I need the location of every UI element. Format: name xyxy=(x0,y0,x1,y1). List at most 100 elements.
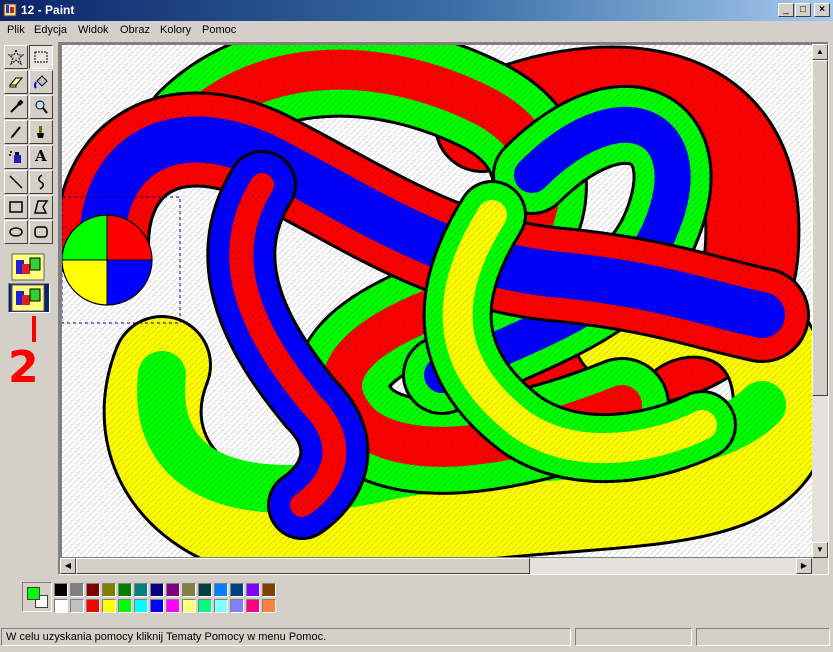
status-size-pane xyxy=(696,628,830,646)
palette-swatch[interactable] xyxy=(54,599,68,613)
airbrush-icon xyxy=(9,151,21,163)
rounded-rect-icon xyxy=(34,226,48,238)
scroll-up-button[interactable]: ▲ xyxy=(812,44,828,60)
palette-swatch[interactable] xyxy=(118,599,132,613)
status-help-pane: W celu uzyskania pomocy kliknij Tematy P… xyxy=(1,628,571,646)
scroll-down-button[interactable]: ▼ xyxy=(812,542,828,558)
transparent-selection-icon xyxy=(11,284,45,312)
palette-swatch[interactable] xyxy=(214,599,228,613)
palette-swatch[interactable] xyxy=(150,583,164,597)
menu-kolory[interactable]: Kolory xyxy=(160,24,191,36)
airbrush-tool[interactable] xyxy=(4,145,28,169)
palette-swatch[interactable] xyxy=(134,583,148,597)
palette-swatch[interactable] xyxy=(102,583,116,597)
scroll-right-button[interactable]: ▶ xyxy=(796,558,812,574)
palette-swatch[interactable] xyxy=(166,583,180,597)
menu-plik[interactable]: Plik xyxy=(7,24,25,36)
palette-swatch[interactable] xyxy=(86,583,100,597)
opaque-selection-option[interactable] xyxy=(8,252,50,282)
polygon-icon xyxy=(34,200,49,214)
palette-swatch[interactable] xyxy=(230,599,244,613)
foreground-color xyxy=(27,587,40,600)
status-text: W celu uzyskania pomocy kliknij Tematy P… xyxy=(6,631,327,643)
polygon-tool[interactable] xyxy=(29,195,53,219)
palette-swatch[interactable] xyxy=(54,583,68,597)
vertical-scrollbar[interactable]: ▲ ▼ xyxy=(812,44,828,558)
palette-swatch[interactable] xyxy=(246,583,260,597)
current-colors[interactable] xyxy=(22,582,52,612)
knot-tube-drawing xyxy=(62,45,812,557)
opaque-selection-icon xyxy=(11,253,45,281)
tube-end-cap xyxy=(62,214,153,306)
color-palette xyxy=(0,578,833,624)
menu-widok[interactable]: Widok xyxy=(78,24,109,36)
status-bar: W celu uzyskania pomocy kliknij Tematy P… xyxy=(0,626,833,648)
title-bar[interactable]: 12 - Paint _ □ × xyxy=(0,0,833,21)
text-icon: A xyxy=(35,147,47,165)
palette-swatch[interactable] xyxy=(166,599,180,613)
palette-swatch[interactable] xyxy=(102,599,116,613)
rect-select-icon xyxy=(34,51,48,63)
brush-tool[interactable] xyxy=(29,120,53,144)
select-tool[interactable] xyxy=(29,45,53,69)
rectangle-icon xyxy=(9,201,23,213)
palette-swatch[interactable] xyxy=(182,583,196,597)
palette-swatch[interactable] xyxy=(214,583,228,597)
ellipse-tool[interactable] xyxy=(4,220,28,244)
palette-swatch[interactable] xyxy=(150,599,164,613)
curve-icon xyxy=(38,174,44,190)
drawing-canvas[interactable] xyxy=(62,45,812,557)
scroll-corner xyxy=(812,558,828,574)
menu-obraz[interactable]: Obraz xyxy=(120,24,150,36)
brush-icon xyxy=(37,126,44,138)
window-title: 12 - Paint xyxy=(21,3,75,17)
annotation-two: 2 xyxy=(8,342,39,393)
paint-bucket-icon xyxy=(34,75,48,89)
rectangle-tool[interactable] xyxy=(4,195,28,219)
line-icon xyxy=(9,175,23,189)
eraser-icon xyxy=(8,77,24,88)
palette-swatch[interactable] xyxy=(134,599,148,613)
line-tool[interactable] xyxy=(4,170,28,194)
text-tool[interactable]: A xyxy=(29,145,53,169)
palette-swatch[interactable] xyxy=(182,599,196,613)
menu-edycja[interactable]: Edycja xyxy=(34,24,67,36)
pencil-tool[interactable] xyxy=(4,120,28,144)
eyedropper-icon xyxy=(10,99,24,113)
toolbox: A xyxy=(0,42,58,572)
free-form-select-tool[interactable] xyxy=(4,45,28,69)
menu-pomoc[interactable]: Pomoc xyxy=(202,24,236,36)
palette-swatch[interactable] xyxy=(246,599,260,613)
menu-bar: Plik Edycja Widok Obraz Kolory Pomoc xyxy=(0,21,833,40)
scroll-left-button[interactable]: ◀ xyxy=(60,558,76,574)
fill-tool[interactable] xyxy=(29,70,53,94)
ellipse-icon xyxy=(9,227,23,237)
status-coords-pane xyxy=(575,628,692,646)
horizontal-scroll-thumb[interactable] xyxy=(76,558,530,574)
palette-swatch[interactable] xyxy=(230,583,244,597)
vertical-scroll-thumb[interactable] xyxy=(812,60,828,396)
maximize-button[interactable]: □ xyxy=(795,3,811,17)
palette-swatch[interactable] xyxy=(198,583,212,597)
transparent-selection-option[interactable] xyxy=(8,283,50,313)
pick-color-tool[interactable] xyxy=(4,95,28,119)
palette-swatch[interactable] xyxy=(118,583,132,597)
annotation-line-2 xyxy=(32,316,36,342)
close-button[interactable]: × xyxy=(814,3,830,17)
horizontal-scrollbar[interactable]: ◀ ▶ xyxy=(60,558,812,574)
magnifier-tool[interactable] xyxy=(29,95,53,119)
minimize-button[interactable]: _ xyxy=(778,3,794,17)
palette-swatch[interactable] xyxy=(86,599,100,613)
palette-swatch[interactable] xyxy=(198,599,212,613)
palette-swatch[interactable] xyxy=(70,583,84,597)
star-select-icon xyxy=(8,49,24,65)
ring-texture xyxy=(62,45,812,557)
eraser-tool[interactable] xyxy=(4,70,28,94)
paint-window: 12 - Paint _ □ × Plik Edycja Widok Obraz… xyxy=(0,0,833,652)
palette-swatch[interactable] xyxy=(262,599,276,613)
curve-tool[interactable] xyxy=(29,170,53,194)
palette-swatch[interactable] xyxy=(70,599,84,613)
palette-swatch[interactable] xyxy=(262,583,276,597)
pencil-icon xyxy=(10,126,21,139)
rounded-rectangle-tool[interactable] xyxy=(29,220,53,244)
